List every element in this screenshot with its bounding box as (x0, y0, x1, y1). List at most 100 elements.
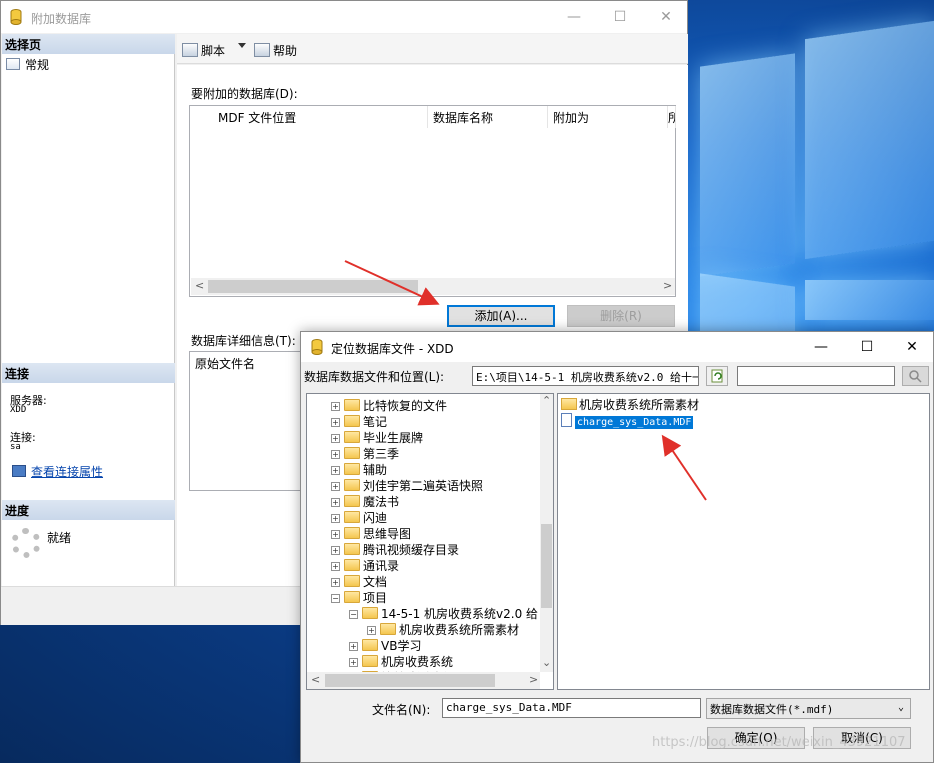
filetype-select[interactable]: 数据库数据文件(*.mdf) ⌄ (706, 698, 911, 719)
file-list[interactable]: 机房收费系统所需素材 charge_sys_Data.MDF (557, 393, 930, 690)
database-details-list[interactable]: 原始文件名 (189, 351, 304, 491)
title-bar: 附加数据库 — ☐ ✕ (1, 1, 687, 33)
tree-expander-icon[interactable]: + (331, 482, 340, 491)
script-button[interactable]: 脚本 (182, 42, 225, 59)
view-connection-properties-link[interactable]: 查看连接属性 (12, 463, 103, 480)
scroll-thumb[interactable] (541, 524, 552, 608)
tree-node[interactable]: + 第三季 (331, 445, 399, 461)
folder-icon (362, 639, 378, 651)
refresh-button[interactable] (706, 366, 728, 386)
tree-node[interactable]: + 通讯录 (331, 557, 399, 573)
column-header-mdf-location[interactable]: MDF 文件位置 (213, 106, 428, 128)
tree-node-label: 比特恢复的文件 (363, 399, 448, 413)
tree-node[interactable]: + 魔法书 (331, 493, 399, 509)
scroll-right-icon[interactable]: > (663, 279, 672, 292)
tree-expander-icon[interactable]: − (349, 610, 358, 619)
page-icon (6, 58, 20, 70)
tree-node[interactable]: − 项目 (331, 589, 387, 605)
search-input[interactable] (737, 366, 895, 386)
location-input[interactable]: E:\项目\14-5-1 机房收费系统v2.0 给十一 (472, 366, 699, 386)
horizontal-scrollbar[interactable]: < > (191, 278, 675, 295)
remove-button[interactable]: 删除(R) (567, 305, 675, 327)
connection-header: 连接 (2, 363, 175, 383)
tree-expander-icon[interactable]: + (331, 530, 340, 539)
tree-expander-icon[interactable]: + (331, 450, 340, 459)
window-title: 附加数据库 (31, 12, 92, 26)
tree-expander-icon[interactable]: + (349, 658, 358, 667)
column-header-database-name[interactable]: 数据库名称 (428, 106, 548, 128)
properties-icon (12, 465, 26, 477)
tree-expander-icon[interactable]: − (331, 594, 340, 603)
file-list-item-selected[interactable]: charge_sys_Data.MDF (561, 413, 694, 429)
tree-node[interactable]: + 辅助 (331, 461, 387, 477)
tree-expander-icon[interactable]: + (331, 578, 340, 587)
column-header-attach-as[interactable]: 附加为 (548, 106, 668, 128)
connection-value: sa (10, 442, 21, 452)
tree-node[interactable]: + 机房收费系统 (349, 653, 453, 669)
tree-expander-icon[interactable]: + (331, 562, 340, 571)
tree-node[interactable]: + 刘佳宇第二遍英语快照 (331, 477, 483, 493)
tree-expander-icon[interactable]: + (331, 402, 340, 411)
script-dropdown-arrow-icon[interactable] (238, 43, 246, 48)
tree-expander-icon[interactable]: + (331, 418, 340, 427)
tree-node[interactable]: − 14-5-1 机房收费系统v2.0 给 (349, 605, 538, 621)
column-header-original-filename[interactable]: 原始文件名 (195, 355, 255, 372)
maximize-button[interactable]: ☐ (844, 332, 890, 362)
folder-icon (344, 495, 360, 507)
tree-node[interactable]: + 比特恢复的文件 (331, 397, 447, 413)
tree-expander-icon[interactable]: + (331, 434, 340, 443)
scroll-left-icon[interactable]: < (311, 673, 320, 686)
tree-expander-icon[interactable]: + (367, 626, 376, 635)
minimize-button[interactable]: — (551, 1, 597, 33)
tree-node[interactable]: + 机房收费系统所需素材 (367, 621, 519, 637)
tree-node[interactable]: + 文档 (331, 573, 387, 589)
select-page-header: 选择页 (2, 34, 175, 54)
tree-node[interactable]: + 笔记 (331, 413, 387, 429)
tree-node[interactable]: + 腾讯视频缓存目录 (331, 541, 459, 557)
scroll-left-icon[interactable]: < (195, 279, 204, 292)
tree-node[interactable]: + 毕业生展牌 (331, 429, 423, 445)
tree-node[interactable]: + 思维导图 (331, 525, 411, 541)
minimize-button[interactable]: — (798, 332, 844, 362)
scroll-up-icon[interactable]: ⌃ (542, 394, 551, 407)
tree-node-label: 思维导图 (363, 527, 412, 541)
folder-icon (344, 479, 360, 491)
tree-expander-icon[interactable]: + (331, 466, 340, 475)
watermark: https://blog.csdn.net/weixin_43921107 (652, 735, 906, 750)
folder-icon (362, 655, 378, 667)
file-item-label: charge_sys_Data.MDF (575, 416, 694, 429)
nav-item-label: 常规 (25, 58, 50, 72)
tree-expander-icon[interactable]: + (331, 546, 340, 555)
scroll-thumb[interactable] (325, 674, 495, 687)
tree-expander-icon[interactable]: + (349, 642, 358, 651)
add-button[interactable]: 添加(A)... (447, 305, 555, 327)
search-button[interactable] (902, 366, 929, 386)
help-button[interactable]: 帮助 (254, 42, 297, 59)
close-button[interactable]: ✕ (643, 1, 689, 33)
close-button[interactable]: ✕ (889, 332, 934, 362)
windows-logo-pane (805, 280, 934, 320)
link-label: 查看连接属性 (31, 465, 104, 479)
folder-tree[interactable]: + 比特恢复的文件 + 笔记 + 毕业生展牌 + 第三季 + 辅助 + 刘佳宇第二遍英语快照 + 魔法书 +… (306, 393, 554, 690)
tree-node[interactable]: + VB学习 (349, 637, 421, 653)
tree-expander-icon[interactable]: + (331, 498, 340, 507)
database-details-label: 数据库详细信息(T): (191, 334, 296, 348)
tree-expander-icon[interactable]: + (331, 514, 340, 523)
column-header-owner[interactable]: 所 (668, 106, 676, 128)
maximize-button[interactable]: ☐ (597, 1, 643, 33)
database-icon (10, 9, 22, 25)
tree-horizontal-scrollbar[interactable]: < > (307, 672, 540, 689)
tree-node[interactable]: + 闪迪 (331, 509, 387, 525)
databases-to-attach-list[interactable]: MDF 文件位置 数据库名称 附加为 所 < > (189, 105, 676, 297)
windows-logo-pane (700, 53, 795, 277)
tree-vertical-scrollbar[interactable]: ⌃ ⌄ (540, 394, 553, 672)
folder-icon (344, 559, 360, 571)
scroll-right-icon[interactable]: > (529, 673, 538, 686)
file-list-item[interactable]: 机房收费系统所需素材 (561, 396, 699, 412)
tree-node-label: 14-5-1 机房收费系统v2.0 给 (381, 607, 539, 621)
scroll-down-icon[interactable]: ⌄ (542, 656, 551, 669)
nav-item-general[interactable]: 常规 (6, 56, 49, 73)
tree-node-label: 辅助 (363, 463, 388, 477)
filename-input[interactable]: charge_sys_Data.MDF (442, 698, 701, 718)
scroll-thumb[interactable] (208, 280, 418, 293)
